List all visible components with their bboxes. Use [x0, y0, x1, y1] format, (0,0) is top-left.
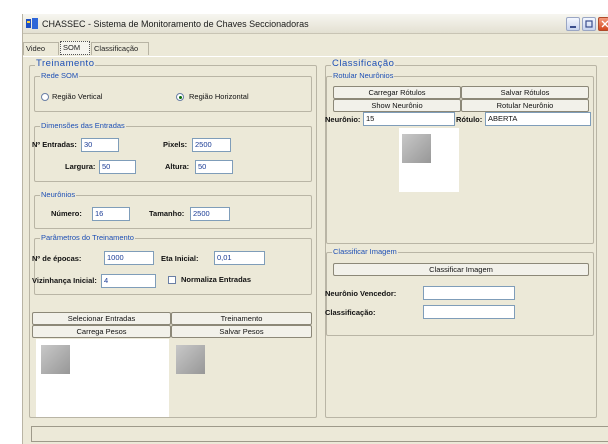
rotular-title: Rotular Neurônios: [332, 71, 395, 81]
minimize-button[interactable]: [566, 17, 580, 31]
rede-som-group: Rede SOM Região Vertical Região Horizont…: [34, 71, 312, 112]
neuronio-field[interactable]: 15: [363, 112, 455, 126]
neuronios-title: Neurônios: [40, 190, 77, 200]
neuronio-image-preview: [399, 128, 459, 192]
parametros-group: Parâmetros do Treinamento Nº de épocas: …: [32, 233, 312, 295]
close-button[interactable]: [598, 17, 608, 31]
tamanho-field[interactable]: 2500: [190, 207, 230, 221]
salvar-pesos-button[interactable]: Salvar Pesos: [171, 325, 312, 338]
classificar-imagem-button[interactable]: Classificar Imagem: [333, 263, 589, 276]
radio-regiao-horizontal[interactable]: [176, 93, 184, 101]
selecionar-entradas-button[interactable]: Selecionar Entradas: [32, 312, 171, 325]
treinamento-title: Treinamento: [35, 58, 96, 69]
rotular-neuronio-button[interactable]: Rotular Neurônio: [461, 99, 589, 112]
app-logo-icon: [26, 18, 38, 29]
minimize-icon: [570, 26, 576, 28]
rotulo-field[interactable]: ABERTA: [485, 112, 591, 126]
eta-label: Eta Inicial:: [161, 254, 199, 263]
tab-classificacao[interactable]: Classificação: [91, 42, 149, 55]
tab-som[interactable]: SOM: [60, 41, 90, 55]
maximize-icon: [585, 20, 593, 28]
input-image-thumbnail: [41, 345, 70, 374]
radio-regiao-horizontal-label: Região Horizontal: [189, 92, 249, 101]
tab-video[interactable]: Video: [23, 42, 59, 55]
carregar-rotulos-button[interactable]: Carregar Rótulos: [333, 86, 461, 99]
dimensoes-title: Dimensões das Entradas: [40, 121, 126, 131]
vencedor-label: Neurônio Vencedor:: [325, 289, 397, 298]
rede-som-title: Rede SOM: [40, 71, 80, 81]
epocas-field[interactable]: 1000: [104, 251, 154, 265]
rotulo-label: Rótulo:: [456, 115, 483, 124]
treinamento-group: Treinamento Rede SOM Região Vertical Reg…: [29, 59, 317, 418]
classificacao-group: Classificação Rotular Neurônios Carregar…: [325, 59, 597, 418]
salvar-rotulos-button[interactable]: Salvar Rótulos: [461, 86, 589, 99]
maximize-button[interactable]: [582, 17, 596, 31]
input-image-preview: [36, 339, 169, 417]
close-icon: [601, 20, 608, 28]
normaliza-checkbox[interactable]: [168, 276, 176, 284]
treinamento-button[interactable]: Treinamento: [171, 312, 312, 325]
neuronio-label: Neurônio:: [325, 115, 361, 124]
classificacao-label: Classificação:: [325, 308, 376, 317]
classificar-group: Classificar Imagem Classificar Imagem Ne…: [325, 247, 594, 336]
largura-label: Largura:: [65, 162, 96, 171]
n-entradas-field[interactable]: 30: [81, 138, 119, 152]
altura-field[interactable]: 50: [195, 160, 233, 174]
numero-label: Número:: [51, 209, 82, 218]
vencedor-field[interactable]: [423, 286, 515, 300]
vizinhanca-field[interactable]: 4: [101, 274, 156, 288]
app-window: CHASSEC - Sistema de Monitoramento de Ch…: [22, 14, 608, 444]
title-bar[interactable]: CHASSEC - Sistema de Monitoramento de Ch…: [23, 14, 608, 34]
radio-regiao-vertical[interactable]: [41, 93, 49, 101]
weights-image-thumbnail: [176, 345, 205, 374]
pixels-field[interactable]: 2500: [192, 138, 231, 152]
altura-label: Altura:: [165, 162, 190, 171]
neuronios-group: Neurônios Número: 16 Tamanho: 2500: [34, 190, 312, 229]
dimensoes-group: Dimensões das Entradas Nº Entradas: 30 P…: [32, 121, 312, 182]
neuronio-image-thumbnail: [402, 134, 431, 163]
tamanho-label: Tamanho:: [149, 209, 185, 218]
epocas-label: Nº de épocas:: [32, 254, 82, 263]
window-title: CHASSEC - Sistema de Monitoramento de Ch…: [42, 19, 309, 29]
n-entradas-label: Nº Entradas:: [32, 140, 77, 149]
parametros-title: Parâmetros do Treinamento: [40, 233, 135, 243]
normaliza-label: Normaliza Entradas: [181, 275, 252, 284]
classificacao-title: Classificação: [331, 58, 396, 69]
eta-field[interactable]: 0,01: [214, 251, 265, 265]
tab-content-som: Treinamento Rede SOM Região Vertical Reg…: [23, 56, 608, 428]
rotular-group: Rotular Neurônios Carregar Rótulos Salva…: [325, 71, 594, 244]
classificacao-field[interactable]: [423, 305, 515, 319]
numero-field[interactable]: 16: [92, 207, 130, 221]
pixels-label: Pixels:: [163, 140, 188, 149]
status-bar: [31, 426, 608, 442]
vizinhanca-label: Vizinhança Inicial:: [32, 276, 97, 285]
carrega-pesos-button[interactable]: Carrega Pesos: [32, 325, 171, 338]
radio-regiao-vertical-label: Região Vertical: [52, 92, 103, 101]
classificar-title: Classificar Imagem: [332, 247, 398, 257]
largura-field[interactable]: 50: [99, 160, 136, 174]
show-neuronio-button[interactable]: Show Neurônio: [333, 99, 461, 112]
